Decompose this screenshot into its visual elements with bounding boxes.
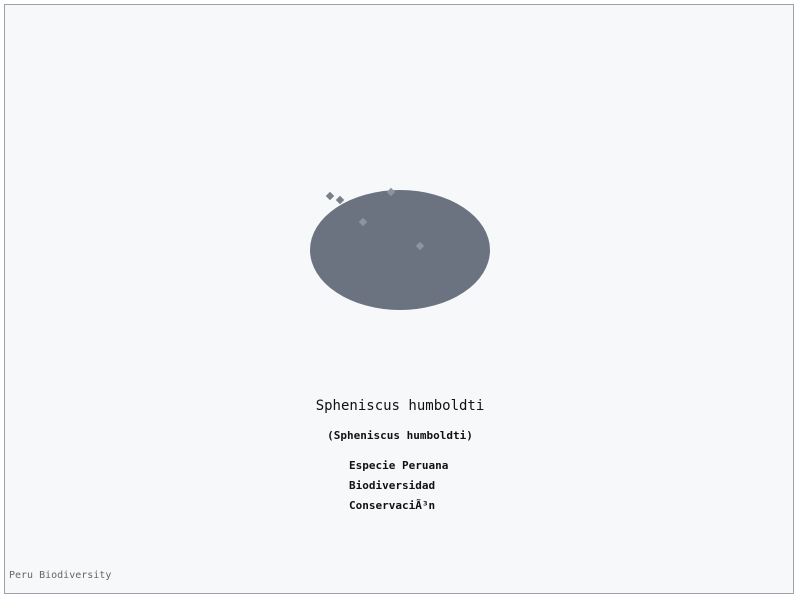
species-scientific-name: (Spheniscus humboldti) (327, 429, 473, 442)
tag-conservacion: ConservaciÃ³n (349, 499, 436, 512)
species-common-name: Spheniscus humboldti (315, 398, 485, 414)
decorative-dot (325, 191, 335, 201)
tag-biodiversidad: Biodiversidad (349, 479, 436, 492)
species-silhouette-blob (310, 190, 490, 310)
tag-especie-peruana: Especie Peruana (349, 459, 449, 472)
footer-brand-label: Peru Biodiversity (9, 570, 112, 581)
decorative-dot (335, 195, 345, 205)
